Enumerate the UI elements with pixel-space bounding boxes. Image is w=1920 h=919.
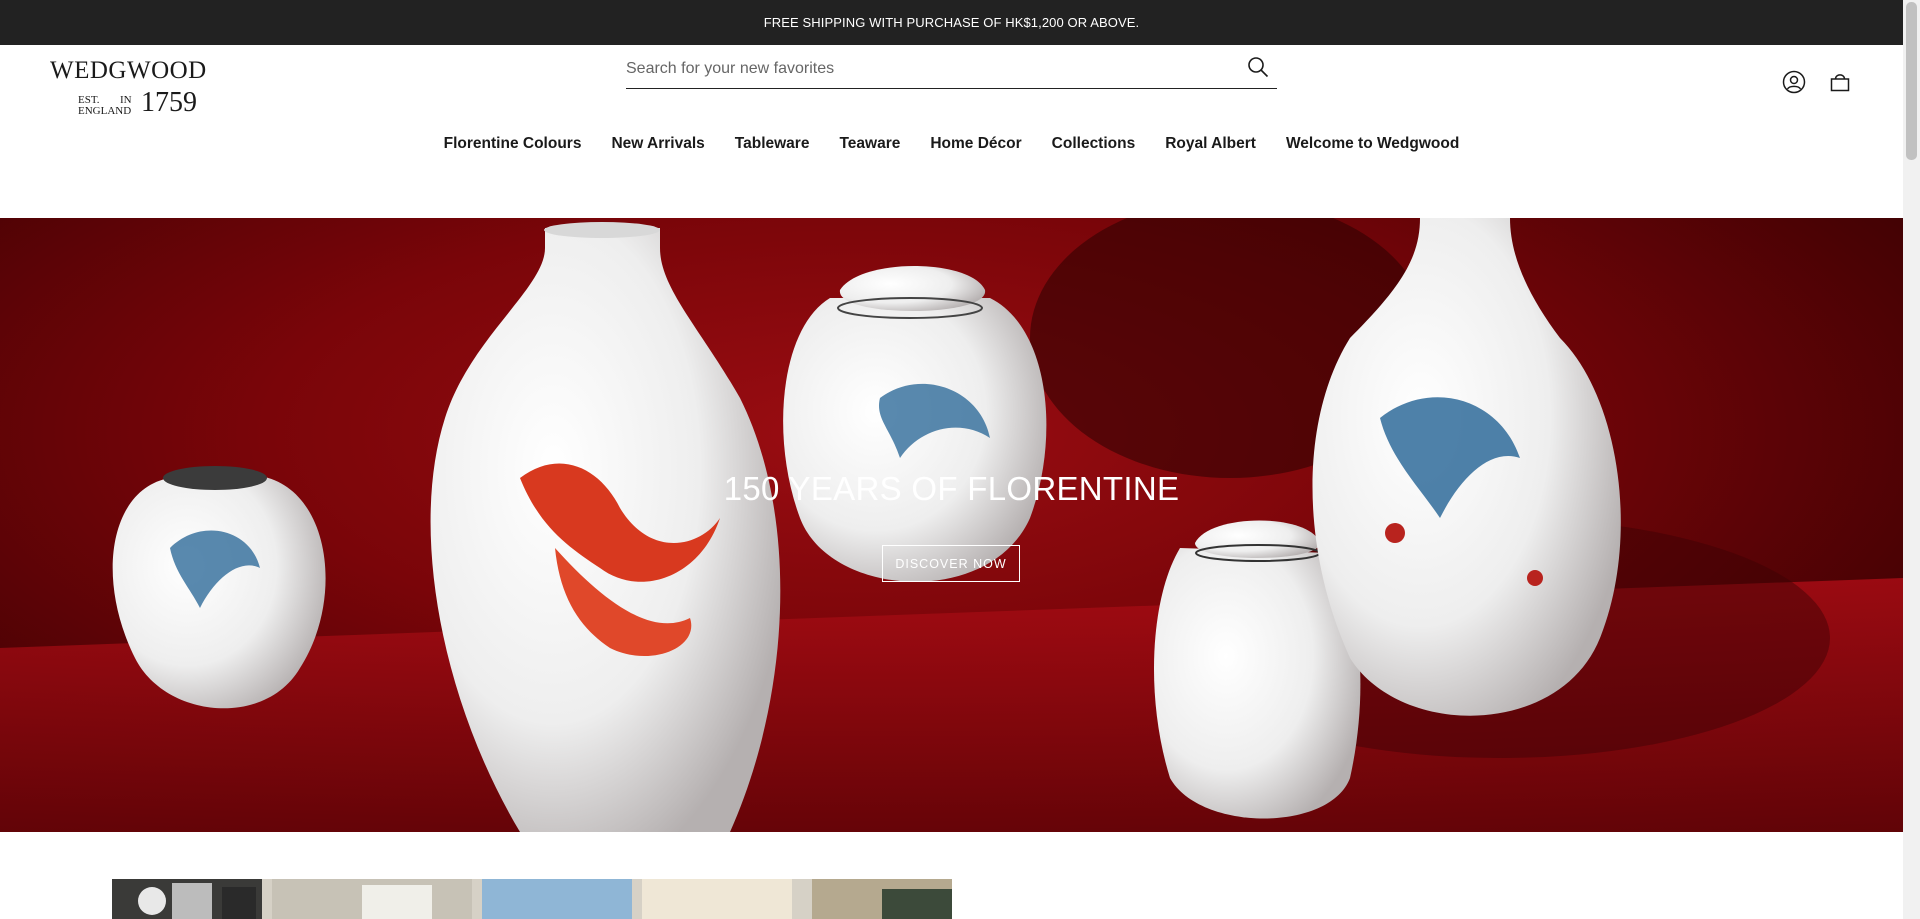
discover-now-button[interactable]: DISCOVER NOW: [882, 545, 1020, 582]
hero-title: 150 YEARS OF FLORENTINE: [723, 470, 1180, 507]
wedgwood-logo[interactable]: WEDGWOOD EST. IN ENGLAND 1759: [50, 57, 207, 117]
promo-image[interactable]: [112, 879, 952, 919]
announcement-text: FREE SHIPPING WITH PURCHASE OF HK$1,200 …: [763, 15, 1140, 30]
hero-vases-image: [0, 218, 1903, 832]
nav-item-florentine-colours[interactable]: Florentine Colours: [429, 135, 597, 153]
logo-year: 1759: [141, 87, 197, 118]
search-bar: [626, 50, 1277, 89]
nav-item-new-arrivals[interactable]: New Arrivals: [596, 135, 719, 153]
logo-wordmark: WEDGWOOD: [50, 57, 207, 84]
account-icon[interactable]: [1781, 69, 1807, 95]
nav-item-home-decor[interactable]: Home Décor: [915, 135, 1036, 153]
scrollbar-thumb[interactable]: [1906, 2, 1917, 160]
nav-item-tableware[interactable]: Tableware: [720, 135, 825, 153]
main-nav: Florentine Colours New Arrivals Tablewar…: [0, 135, 1903, 153]
nav-item-welcome-to-wedgwood[interactable]: Welcome to Wedgwood: [1271, 135, 1474, 153]
logo-england: ENGLAND: [78, 105, 132, 117]
nav-item-royal-albert[interactable]: Royal Albert: [1150, 135, 1271, 153]
hero-banner: 150 YEARS OF FLORENTINE DISCOVER NOW: [0, 218, 1903, 832]
search-icon[interactable]: [1243, 52, 1273, 82]
site-header: WEDGWOOD EST. IN ENGLAND 1759 Florentine…: [0, 45, 1903, 218]
announcement-bar: FREE SHIPPING WITH PURCHASE OF HK$1,200 …: [0, 0, 1903, 45]
nav-item-teaware[interactable]: Teaware: [824, 135, 915, 153]
nav-item-collections[interactable]: Collections: [1037, 135, 1151, 153]
search-input[interactable]: [626, 50, 1243, 88]
bag-icon[interactable]: [1827, 69, 1853, 95]
